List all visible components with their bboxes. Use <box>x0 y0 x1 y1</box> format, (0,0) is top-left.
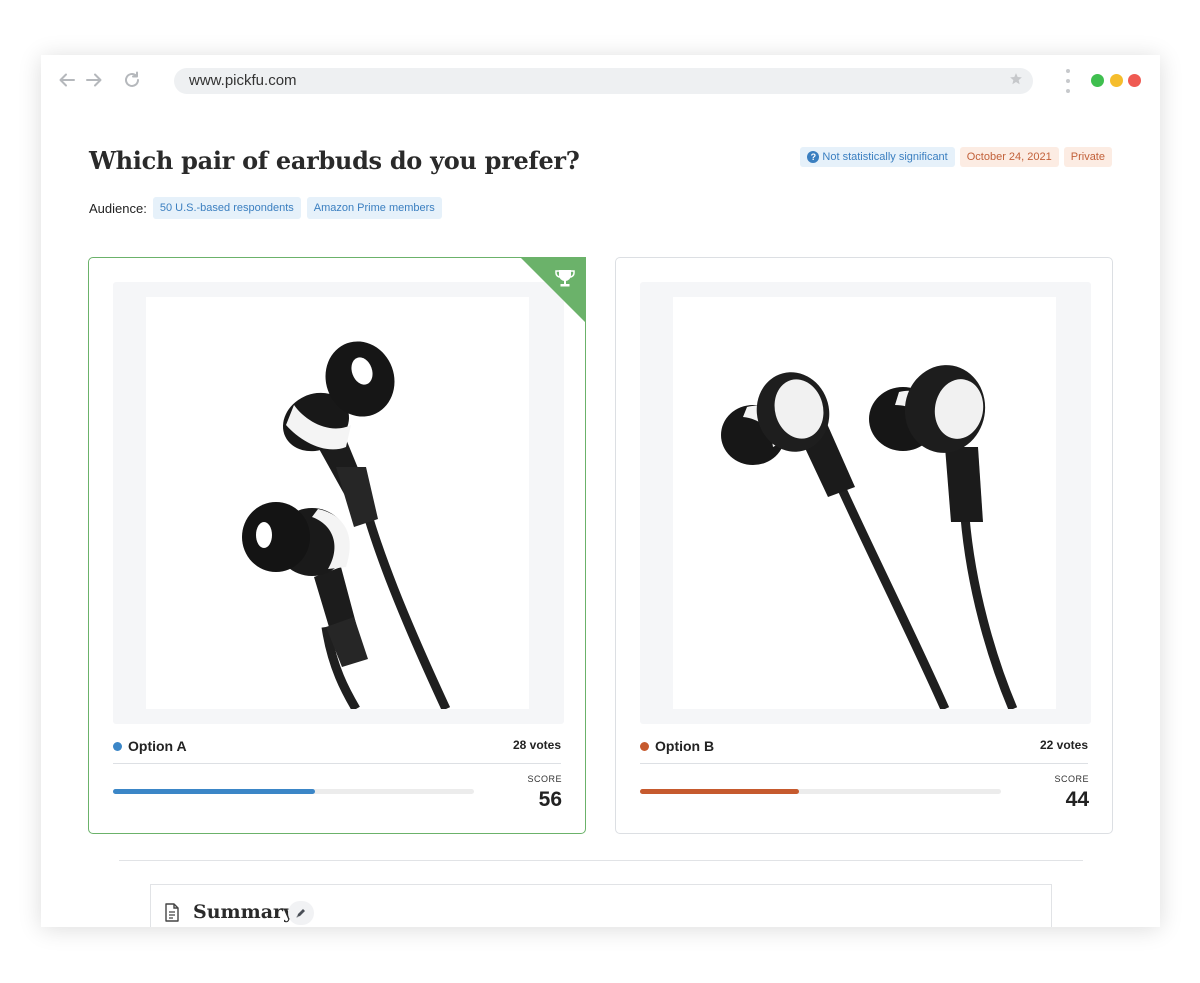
option-b-label: Option B <box>655 738 715 754</box>
reload-icon[interactable] <box>122 70 142 90</box>
window-dot-green[interactable] <box>1091 74 1104 87</box>
winner-ribbon <box>520 257 586 323</box>
star-icon[interactable] <box>1009 72 1023 91</box>
option-a-image[interactable] <box>146 297 529 709</box>
date-badge: October 24, 2021 <box>959 147 1059 167</box>
pencil-icon[interactable] <box>288 901 314 925</box>
option-a-score-bar <box>113 789 474 794</box>
option-a-score-fill <box>113 789 316 794</box>
option-b-card[interactable]: Option B 22 votes SCORE 44 <box>615 257 1113 834</box>
poll-title: Which pair of earbuds do you prefer? <box>89 146 580 175</box>
kebab-menu-icon[interactable] <box>1063 69 1073 93</box>
option-b-color-dot <box>640 741 649 751</box>
audience-row: Audience: 50 U.S.-based respondents Amaz… <box>89 197 442 219</box>
poll-badges: ? Not statistically significant October … <box>800 147 1112 167</box>
option-a-score-value: 56 <box>538 788 562 811</box>
option-a-label: Option A <box>128 738 187 754</box>
significance-label: Not statistically significant <box>822 151 948 163</box>
visibility-badge: Private <box>1063 147 1112 167</box>
summary-panel: Summary <box>150 884 1052 927</box>
window-dot-yellow[interactable] <box>1110 74 1123 87</box>
option-a-image-well <box>113 282 564 724</box>
option-b-score-fill <box>640 789 799 794</box>
option-a-label-wrap: Option A <box>113 738 187 754</box>
section-divider <box>119 860 1083 861</box>
forward-arrow-icon[interactable] <box>84 70 104 90</box>
option-b-score-value: 44 <box>1065 788 1089 811</box>
audience-tag-respondents[interactable]: 50 U.S.-based respondents <box>152 197 301 219</box>
option-a-score-label: SCORE <box>527 774 562 784</box>
option-a-votes: 28 votes <box>512 738 561 752</box>
option-b-score-label: SCORE <box>1054 774 1089 784</box>
browser-window: www.pickfu.com Which pair of earbuds do … <box>41 55 1160 927</box>
option-b-label-wrap: Option B <box>640 738 714 754</box>
audience-tag-prime[interactable]: Amazon Prime members <box>306 197 442 219</box>
summary-title: Summary <box>193 901 295 923</box>
window-dot-red[interactable] <box>1128 74 1141 87</box>
audience-label: Audience: <box>89 200 147 216</box>
significance-badge[interactable]: ? Not statistically significant <box>800 147 955 167</box>
option-b-score-bar <box>640 789 1001 794</box>
option-a-color-dot <box>113 741 122 751</box>
option-a-header: Option A 28 votes <box>113 738 561 764</box>
option-b-image-well <box>640 282 1091 724</box>
question-icon: ? <box>807 151 820 163</box>
document-icon <box>164 903 180 927</box>
option-b-header: Option B 22 votes <box>640 738 1088 764</box>
url-text: www.pickfu.com <box>189 72 297 89</box>
address-bar[interactable]: www.pickfu.com <box>174 68 1033 94</box>
option-b-image[interactable] <box>673 297 1056 709</box>
option-b-votes: 22 votes <box>1039 738 1088 752</box>
option-a-card[interactable]: Option A 28 votes SCORE 56 <box>88 257 586 834</box>
back-arrow-icon[interactable] <box>57 70 77 90</box>
browser-chrome: www.pickfu.com <box>41 55 1160 105</box>
